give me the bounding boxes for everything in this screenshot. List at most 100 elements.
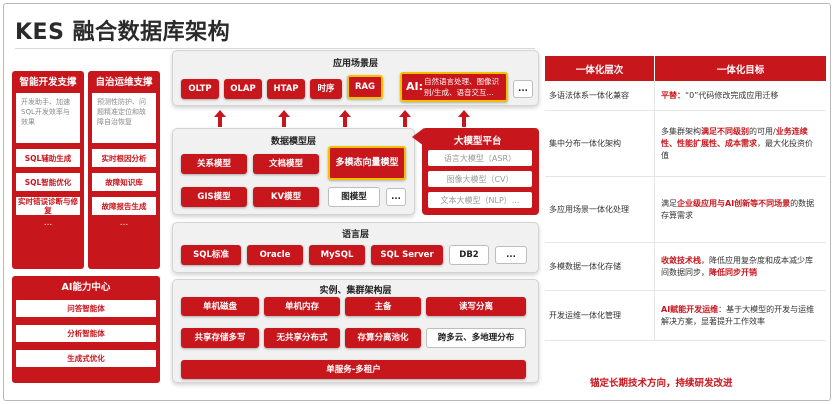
arrow-up-2 [278,110,290,117]
panel-dev-desc: 开发助手、加速SQL开发效率与效果 [16,93,80,143]
arrow-up-1 [214,110,226,117]
ai-item-qa: 问答智能体 [16,300,156,317]
table-row: 集中分布一体化架构 多集群架构满足不同级别的可用/业务连续性、性能扩展性、成本需… [545,111,826,177]
goals-table: 一体化层次 一体化目标 多语法体系一体化兼容 平替：“0”代码修改完成应用迁移 … [545,56,826,341]
row-goal: 收敛技术栈，降低应用复杂度和成本减少库间数据同步，降低同步开销 [655,243,826,290]
row-level: 开发运维一体化管理 [545,291,655,340]
row-level: 多应用场景一体化处理 [545,177,655,242]
goal-text: 多集群架构 [661,126,701,136]
chip-db2: DB2 [449,245,489,265]
arrow-stem-2 [282,117,286,127]
chip-gis: GIS模型 [181,187,247,207]
table-row: 多模数据一体化存储 收敛技术栈，降低应用复杂度和成本减少库间数据同步，降低同步开… [545,243,826,291]
chip-relational: 关系模型 [181,154,247,174]
dev-item-diagnose: 实时错误诊断与修复 [16,197,80,215]
ops-item-report: 故障报告生成 [92,197,156,215]
llm-item-nlp: 文本大模型（NLP）... [428,192,532,208]
row-goal-text: 收敛技术栈，降低应用复杂度和成本减少库间数据同步，降低同步开销 [661,255,820,279]
chip-oltp: OLTP [181,79,219,99]
chip-olap: OLAP [224,79,262,99]
goal-highlight: 企业级应用与AI创新等不同场景 [677,198,791,208]
ops-item-root-cause: 实时根因分析 [92,149,156,167]
dev-item-sql-gen: SQL辅助生成 [16,149,80,167]
row-goal-text: 满足企业级应用与AI创新等不同场景的数据存算需求 [661,198,820,222]
arrow-up-5 [458,110,470,117]
chip-app-more: ... [513,80,533,98]
arrow-up-4 [399,110,411,117]
dev-more: ... [43,218,53,228]
arrow-up-3 [339,110,351,117]
chip-rag: RAG [347,75,383,99]
chip-ai: AI: 自然语言处理、图像识别/生成、语音交互... [400,72,508,102]
row-level: 多模数据一体化存储 [545,243,655,290]
arrow-stem-3 [343,117,347,127]
chip-compute-storage: 存算分离池化 [345,328,421,348]
header-goal: 一体化目标 [655,56,826,81]
table-row: 多语法体系一体化兼容 平替：“0”代码修改完成应用迁移 [545,81,826,111]
goal-highlight: 收敛技术栈 [661,255,701,265]
goal-highlight: 平替： [661,90,685,100]
chip-graph: 图模型 [328,187,380,207]
row-level: 集中分布一体化架构 [545,111,655,176]
table-row: 多应用场景一体化处理 满足企业级应用与AI创新等不同场景的数据存算需求 [545,177,826,243]
chip-lang-more: ... [495,246,527,264]
chip-htap: HTAP [267,79,305,99]
ops-more: ... [119,218,129,228]
ai-item-analysis: 分析智能体 [16,325,156,342]
dev-item-sql-opt: SQL智能优化 [16,173,80,191]
goal-highlight: AI赋能开发运维 [661,304,719,314]
goal-text: 满足 [661,198,677,208]
chip-memory: 单机内存 [264,297,340,316]
layer-cluster-title: 实例、集群架构层 [319,286,392,296]
ai-item-gen-opt: 生成式优化 [16,350,156,367]
panel-ops-desc: 预测性防护、问题精准定位和故障自治恢复 [92,93,156,143]
table-header: 一体化层次 一体化目标 [545,56,826,81]
arrow-stem-1 [218,117,222,127]
panel-ops-support: 自治运维支撑 预测性防护、问题精准定位和故障自治恢复 实时根因分析 故障知识库 … [88,71,160,269]
chip-rw-split: 读写分离 [426,297,526,316]
chip-mysql: MySQL [309,245,365,265]
panel-dev-support: 智能开发支撑 开发助手、加速SQL开发效率与效果 SQL辅助生成 SQL智能优化… [12,71,84,269]
goal-highlight: 降低同步开销 [709,267,757,277]
chip-vector: 多模态向量模型 [328,146,406,180]
goal-text: 的可用/ [749,126,776,136]
row-goal: 满足企业级应用与AI创新等不同场景的数据存算需求 [655,177,826,242]
page-title: KES 融合数据库架构 [15,20,231,45]
arrow-stem-4 [403,117,407,127]
layer-language-title: 语言层 [341,230,369,240]
layer-app-title: 应用场景层 [332,59,378,69]
panel-ai-title: AI能力中心 [61,282,111,293]
panel-dev-title: 智能开发支撑 [19,77,77,88]
panel-ops-title: 自治运维支撑 [95,77,153,88]
row-goal: AI赋能开发运维：基于大模型的开发与运维解决方案，显著提升工作效率 [655,291,826,340]
chip-ai-desc: 自然语言处理、图像识别/生成、语音交互... [424,77,500,97]
chip-primary-standby: 主备 [345,297,421,316]
row-level: 多语法体系一体化兼容 [545,81,655,110]
goal-highlight: 满足不同级别 [701,126,749,136]
row-goal: 平替：“0”代码修改完成应用迁移 [655,81,826,110]
table-row: 开发运维一体化管理 AI赋能开发运维：基于大模型的开发与运维解决方案，显著提升工… [545,291,826,341]
llm-item-cv: 图像大模型（CV） [428,171,532,187]
row-goal: 多集群架构满足不同级别的可用/业务连续性、性能扩展性、成本需求，最大化投资价值 [655,111,826,176]
row-goal-text: AI赋能开发运维：基于大模型的开发与运维解决方案，显著提升工作效率 [661,304,820,328]
chip-model-more: ... [386,188,406,206]
panel-ai-center: AI能力中心 问答智能体 分析智能体 生成式优化 [12,276,160,383]
chip-multi-tenant: 单服务-多租户 [181,360,526,379]
footer-slogan: 锚定长期技术方向，持续研发改进 [590,378,733,389]
arrow-stem-5 [462,117,466,127]
chip-kv: KV模型 [253,187,319,207]
chip-sqlserver: SQL Server [371,245,443,265]
chip-document: 文档模型 [253,154,319,174]
chip-disk: 单机磁盘 [181,297,259,316]
title-divider [15,48,535,49]
chip-sql-std: SQL标准 [181,245,241,265]
row-goal-text: 平替：“0”代码修改完成应用迁移 [661,90,778,102]
chip-ai-label: AI: [406,80,424,93]
header-level: 一体化层次 [545,56,655,81]
row-goal-text: 多集群架构满足不同级别的可用/业务连续性、性能扩展性、成本需求，最大化投资价值 [661,126,820,162]
chip-timeseries: 时序 [310,79,342,99]
llm-item-asr: 语言大模型（ASR） [428,150,532,166]
llm-title: 大模型平台 [454,136,502,147]
chip-shared-nothing: 无共享分布式 [264,328,340,348]
chip-shared-storage: 共享存储多写 [181,328,259,348]
